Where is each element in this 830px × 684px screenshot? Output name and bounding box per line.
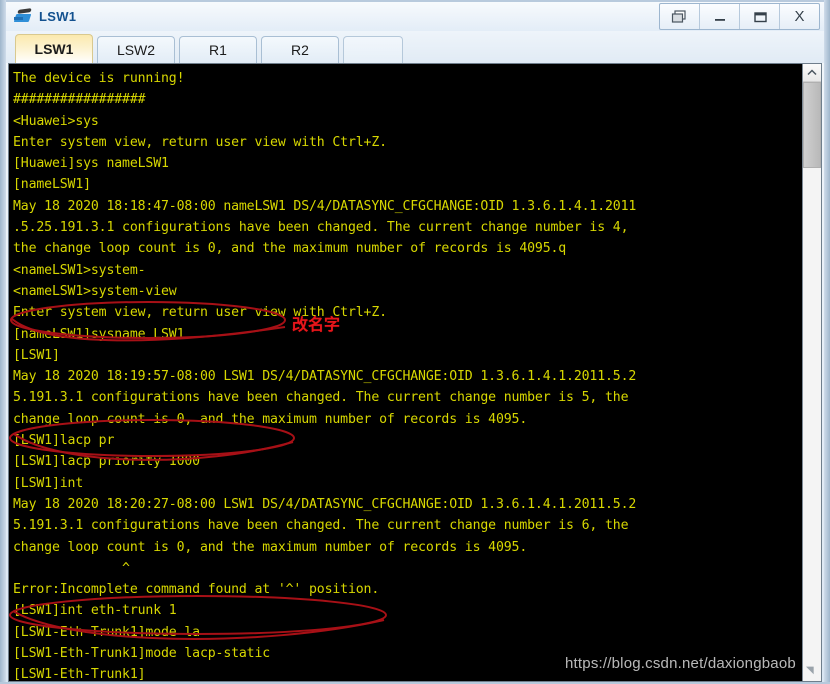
terminal-scrollbar[interactable]: ◥ [802,64,821,681]
terminal-line: [LSW1]lacp pr [13,433,115,449]
tab-label: R1 [209,42,227,58]
maximize-window-button[interactable] [740,4,780,29]
scroll-up-icon[interactable] [803,64,821,82]
terminal-line: the change loop count is 0, and the maxi… [13,241,567,257]
terminal-output[interactable]: The device is running! ################# <… [9,64,802,681]
terminal-line: [LSW1]lacp priority 1000 [13,454,200,470]
terminal-line: Error:Incomplete command found at '^' po… [13,582,380,598]
close-window-button[interactable]: X [780,4,819,29]
switch-icon [13,7,34,26]
tab-lsw1[interactable]: LSW1 [15,34,93,63]
resize-grip-icon: ◥ [806,665,814,676]
window-controls: X [659,3,820,30]
terminal-line: Enter system view, return user view with… [13,305,387,321]
terminal-line: <nameLSW1>system- [13,262,146,278]
terminal-line: <Huawei>sys [13,113,99,129]
window-right-edge [824,0,830,684]
terminal-line: change loop count is 0, and the maximum … [13,411,528,427]
terminal-line: [nameLSW1] [13,177,91,193]
window-title: LSW1 [39,9,77,24]
tab-lsw2[interactable]: LSW2 [97,36,175,63]
terminal-line: .5.25.191.3.1 configurations have been c… [13,220,629,236]
watermark: https://blog.csdn.net/daxiongbaob [565,655,796,672]
terminal-line: [Huawei]sys nameLSW1 [13,156,169,172]
terminal-line: May 18 2020 18:18:47-08:00 nameLSW1 DS/4… [13,198,637,214]
terminal-line: May 18 2020 18:19:57-08:00 LSW1 DS/4/DAT… [13,369,637,385]
terminal-line: The device is running! [13,71,185,86]
terminal-line-list: The device is running! ################# <… [13,68,802,681]
tab-r2[interactable]: R2 [261,36,339,63]
scrollbar-thumb[interactable] [803,82,821,168]
title-bar: LSW1 X [6,2,824,31]
terminal-line: [LSW1]int eth-trunk 1 [13,603,177,619]
terminal-line: May 18 2020 18:20:27-08:00 LSW1 DS/4/DAT… [13,496,637,512]
tab-label: R2 [291,42,309,58]
minimize-window-button[interactable] [700,4,740,29]
terminal-line: ################# [13,92,146,108]
terminal-line: 5.191.3.1 configurations have been chang… [13,518,629,534]
terminal-line: change loop count is 0, and the maximum … [13,539,528,555]
terminal-line: 5.191.3.1 configurations have been chang… [13,390,629,406]
tab-overflow-placeholder [343,36,403,63]
tab-label: LSW2 [116,42,156,58]
window-left-edge [0,0,6,684]
device-tab-bar: LSW1 LSW2 R1 R2 [6,31,824,63]
terminal-line: [LSW1]int [13,475,84,491]
application-window: LSW1 X LSW1 LSW2 R1 R2 The device is run… [0,0,830,684]
tab-r1[interactable]: R1 [179,36,257,63]
terminal-panel: The device is running! ################# <… [8,63,822,682]
terminal-line: <nameLSW1>system-view [13,283,177,299]
terminal-line: [LSW1] [13,347,60,363]
terminal-line: [nameLSW1]sysname LSW1 [13,326,185,342]
terminal-line: [LSW1-Eth-Trunk1]mode la [13,624,200,640]
terminal-line: Enter system view, return user view with… [13,134,387,150]
tab-label: LSW1 [34,41,74,57]
terminal-line: ^ [13,560,130,576]
restore-window-button[interactable] [660,4,700,29]
close-icon: X [794,8,805,25]
